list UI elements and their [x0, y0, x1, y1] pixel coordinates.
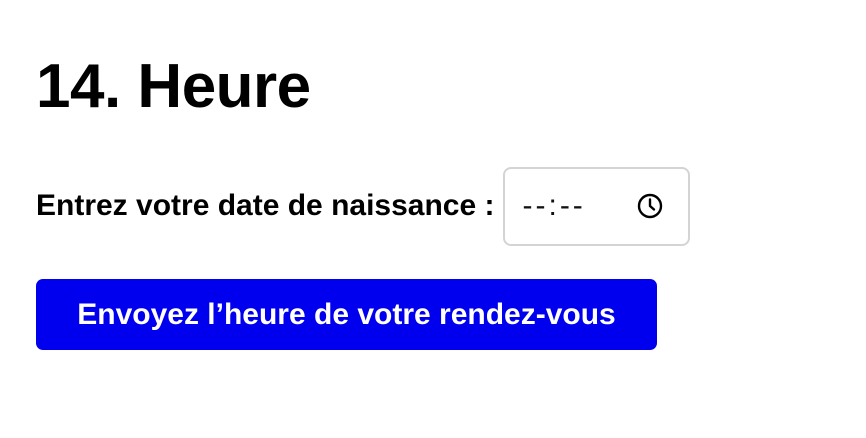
- time-input-value[interactable]: --:--: [523, 189, 636, 223]
- submit-appointment-time-button[interactable]: Envoyez l’heure de votre rendez-vous: [36, 279, 657, 350]
- time-form-row: Entrez votre date de naissance : --:--: [36, 166, 690, 246]
- page-title: 14. Heure: [36, 52, 311, 121]
- time-input[interactable]: --:--: [502, 166, 690, 246]
- birth-date-label: Entrez votre date de naissance :: [36, 189, 495, 222]
- clock-icon[interactable]: [636, 192, 664, 220]
